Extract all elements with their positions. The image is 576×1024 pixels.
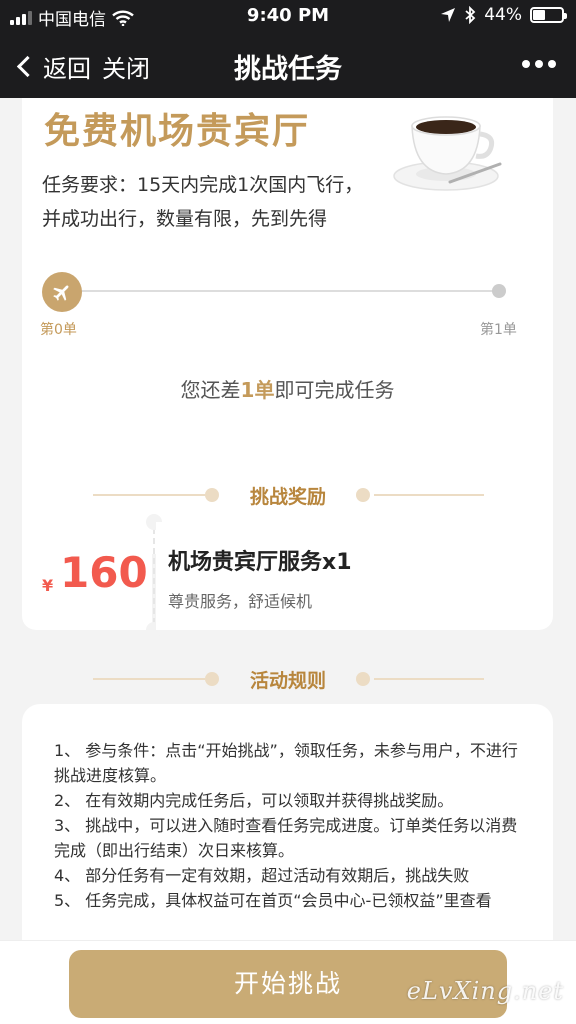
rules-list: 1、 参与条件：点击“开始挑战”，领取任务，未参与用户，不进行挑战进度核算。 2… — [54, 738, 524, 913]
more-dot-icon — [522, 60, 530, 68]
reward-currency: ¥ — [42, 576, 54, 595]
rule-item: 5、 任务完成，具体权益可在首页“会员中心-已领权益”里查看 — [54, 891, 492, 910]
chevron-left-icon — [16, 55, 39, 78]
progress-track — [62, 290, 502, 292]
battery-icon — [530, 7, 567, 23]
remaining-suffix: 即可完成任务 — [274, 378, 395, 402]
reward-section-title: 挑战奖励 — [249, 486, 326, 508]
reward-subtitle: 尊贵服务，舒适候机 — [168, 592, 313, 611]
task-title: 免费机场贵宾厅 — [44, 111, 311, 152]
reward-info-panel: 机场贵宾厅服务x1 尊贵服务，舒适候机 — [156, 522, 553, 630]
remaining-prefix: 您还差 — [180, 378, 241, 402]
task-description: 任务要求：15天内完成1次国内飞行，并成功出行，数量有限，先到先得 — [42, 174, 364, 230]
reward-price-panel: ¥ 160 — [22, 522, 152, 630]
progress-end-label: 第1单 — [480, 322, 517, 338]
remaining-text: 您还差1单即可完成任务 — [22, 374, 553, 403]
location-arrow-icon — [441, 8, 456, 22]
airplane-icon — [53, 285, 69, 301]
nav-bar: 返回 关闭 挑战任务 — [0, 32, 576, 98]
progress-start-label: 第0单 — [40, 322, 77, 338]
divider-line — [374, 494, 484, 496]
rules-section-title: 活动规则 — [249, 670, 326, 692]
reward-section-header: 挑战奖励 — [0, 480, 576, 510]
back-button[interactable]: 返回 — [14, 49, 91, 84]
reward-name: 机场贵宾厅服务x1 — [168, 550, 352, 575]
more-options-button[interactable] — [522, 60, 556, 68]
reward-card: ¥ 160 机场贵宾厅服务x1 尊贵服务，舒适候机 — [22, 514, 553, 638]
remaining-count: 1单 — [240, 378, 275, 402]
coupon-dashed-divider — [153, 528, 155, 624]
status-bar: 中国电信 9:40 PM 44% — [0, 0, 576, 32]
rule-item: 4、 部分任务有一定有效期，超过活动有效期后，挑战失败 — [54, 866, 470, 885]
rule-item: 3、 挑战中，可以进入随时查看任务完成进度。订单类任务以消费完成（即出行结束）次… — [54, 816, 518, 860]
rules-card: 1、 参与条件：点击“开始挑战”，领取任务，未参与用户，不进行挑战进度核算。 2… — [22, 704, 553, 940]
more-dot-icon — [548, 60, 556, 68]
divider-dot — [356, 672, 370, 686]
start-challenge-button[interactable]: 开始挑战 — [69, 950, 507, 1018]
rules-section-header: 活动规则 — [0, 664, 576, 694]
back-label: 返回 — [43, 55, 91, 83]
more-dot-icon — [535, 60, 543, 68]
progress-end-marker — [492, 284, 506, 298]
bottom-action-bar: 开始挑战 eLvXing.net — [0, 940, 576, 1024]
divider-line — [374, 678, 484, 680]
scroll-content[interactable]: 免费机场贵宾厅 任务要求：15天内完成1次国内飞行，并成功出行，数量有限，先到先… — [0, 98, 576, 940]
coffee-cup-image — [393, 116, 502, 191]
rule-item: 1、 参与条件：点击“开始挑战”，领取任务，未参与用户，不进行挑战进度核算。 — [54, 741, 518, 785]
battery-percent: 44% — [484, 5, 522, 25]
status-right: 44% — [440, 5, 567, 25]
rule-item: 2、 在有效期内完成任务后，可以领取并获得挑战奖励。 — [54, 791, 454, 810]
progress-start-marker — [42, 272, 82, 312]
bluetooth-icon — [465, 6, 476, 24]
reward-amount: 160 — [60, 548, 148, 597]
divider-dot — [356, 488, 370, 502]
close-button[interactable]: 关闭 — [102, 49, 150, 84]
